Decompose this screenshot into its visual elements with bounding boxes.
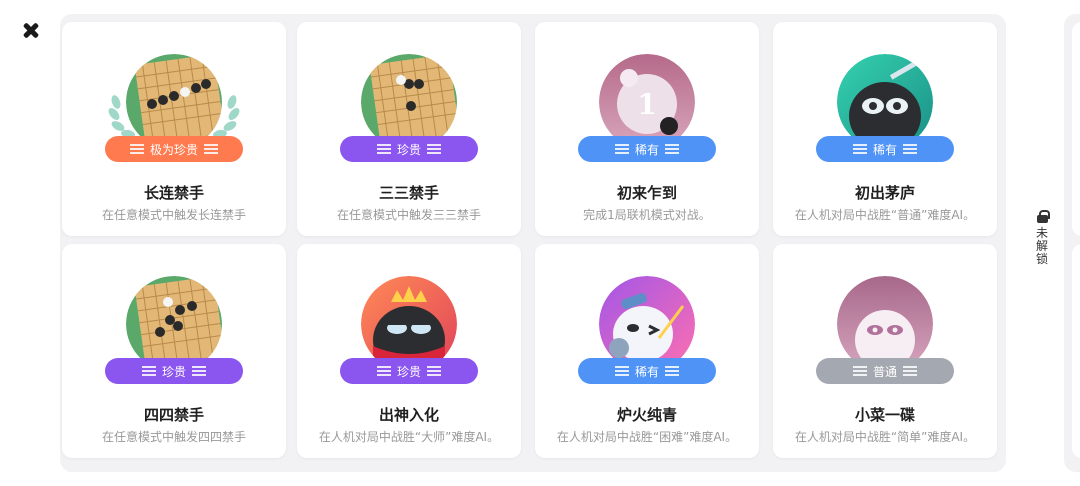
achievement-card-piece-of-cake[interactable]: 普通 小菜一碟 在人机对局中战胜“简单”难度AI。 (773, 244, 997, 458)
achievement-card-double-three[interactable]: 珍贵 三三禁手 在任意模式中触发三三禁手 (297, 22, 521, 236)
achievement-desc: 完成1局联机模式对战。 (583, 208, 711, 222)
bars-icon (376, 366, 391, 376)
lock-icon (1036, 210, 1050, 223)
bars-icon (427, 144, 441, 154)
bars-icon (665, 366, 679, 376)
rarity-label: 珍贵 (161, 364, 186, 379)
close-button[interactable] (18, 18, 44, 44)
bars-icon (204, 144, 218, 154)
element: 锁 (1035, 252, 1048, 266)
rarity-label: 珍贵 (396, 364, 421, 379)
achievement-title: 初来乍到 (616, 184, 677, 202)
bars-icon (376, 144, 391, 154)
achievement-desc: 在任意模式中触发长连禁手 (101, 208, 246, 222)
rarity-label: 极为珍贵 (149, 142, 198, 157)
achievement-title: 出神入化 (378, 406, 439, 424)
achievement-desc: 在人机对局中战胜“大师”难度AI。 (318, 430, 500, 444)
bars-icon (614, 144, 629, 154)
rarity-badge: 普通 (816, 358, 954, 384)
achievement-card-novice[interactable]: 稀有 初出茅庐 在人机对局中战胜“普通”难度AI。 (773, 22, 997, 236)
locked-label: 未 解 锁 (1034, 227, 1050, 266)
rarity-label: 稀有 (634, 142, 659, 157)
achievement-desc: 在任意模式中触发四四禁手 (101, 430, 246, 444)
achievement-card-long-connection[interactable]: 极为珍贵 长连禁手 在任意模式中触发长连禁手 (62, 22, 286, 236)
rarity-badge: 稀有 (816, 136, 954, 162)
bars-icon (129, 144, 144, 154)
bars-icon (614, 366, 629, 376)
achievement-title: 三三禁手 (378, 184, 439, 202)
achievement-card-master[interactable]: 珍贵 出神入化 在人机对局中战胜“大师”难度AI。 (297, 244, 521, 458)
achievement-card-first-arrival[interactable]: 1 稀有 初来乍到 完成1局联机模式对战。 (535, 22, 759, 236)
achievement-title: 炉火纯青 (616, 406, 677, 424)
rarity-badge: 珍贵 (340, 358, 478, 384)
achievement-title: 长连禁手 (143, 184, 204, 202)
bars-icon (192, 366, 206, 376)
rarity-label: 普通 (872, 364, 897, 379)
achievement-desc: 在人机对局中战胜“困难”难度AI。 (556, 430, 738, 444)
bars-icon (852, 366, 867, 376)
locked-tab[interactable]: 未 解 锁 (1034, 210, 1050, 266)
bars-icon (427, 366, 441, 376)
achievement-title: 四四禁手 (143, 406, 204, 424)
bars-icon (903, 366, 917, 376)
svg-text:1: 1 (637, 88, 656, 121)
achievement-title: 初出茅庐 (854, 184, 915, 202)
achievement-card-double-four[interactable]: 珍贵 四四禁手 在任意模式中触发四四禁手 (62, 244, 286, 458)
achievement-card-perfection[interactable]: 稀有 炉火纯青 在人机对局中战胜“困难”难度AI。 (535, 244, 759, 458)
achievements-panel: 极为珍贵 长连禁手 在任意模式中触发长连禁手 珍贵 三三禁手 在任意模式中触发三… (60, 14, 1006, 472)
bars-icon (852, 144, 867, 154)
bars-icon (665, 144, 679, 154)
bars-icon (903, 144, 917, 154)
preview-card (1072, 244, 1080, 458)
rarity-badge: 稀有 (578, 136, 716, 162)
bars-icon (141, 366, 156, 376)
rarity-label: 稀有 (872, 142, 897, 157)
achievement-desc: 在人机对局中战胜“普通”难度AI。 (794, 208, 976, 222)
achievement-title: 小菜一碟 (854, 406, 915, 424)
rarity-badge: 极为珍贵 (105, 136, 243, 162)
preview-card (1072, 22, 1080, 236)
rarity-label: 珍贵 (396, 142, 421, 157)
rarity-badge: 稀有 (578, 358, 716, 384)
achievement-desc: 在人机对局中战胜“简单”难度AI。 (794, 430, 976, 444)
rarity-badge: 珍贵 (105, 358, 243, 384)
rarity-badge: 珍贵 (340, 136, 478, 162)
next-page-preview[interactable] (1064, 14, 1080, 472)
rarity-label: 稀有 (634, 364, 659, 379)
achievement-desc: 在任意模式中触发三三禁手 (336, 208, 481, 222)
